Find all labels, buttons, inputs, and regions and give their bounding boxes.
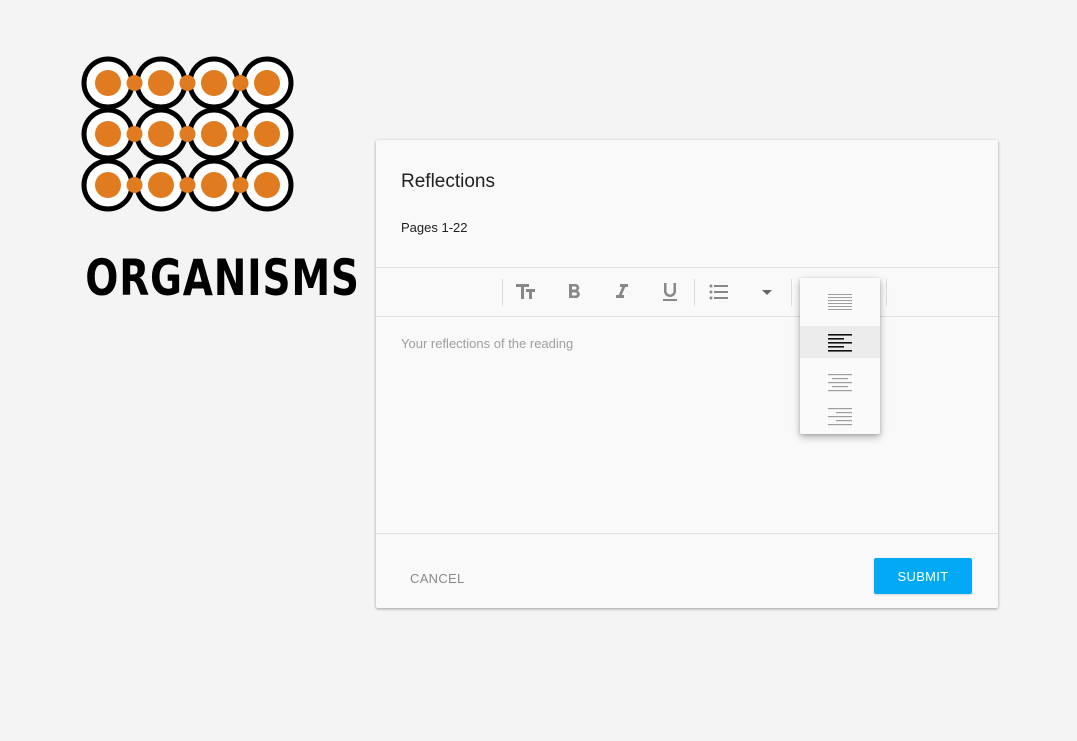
reflection-card: Reflections Pages 1-22 Your reflections … (376, 140, 998, 608)
bulleted-list-icon[interactable] (707, 280, 731, 304)
text-size-icon[interactable] (514, 280, 538, 304)
toolbar-divider (502, 279, 503, 306)
toolbar-divider (791, 279, 792, 306)
dropdown-arrow-icon[interactable] (755, 280, 779, 304)
card-subtitle: Pages 1-22 (401, 220, 468, 235)
toolbar-divider (886, 279, 887, 306)
text-align-menu (800, 278, 880, 434)
italic-icon[interactable] (610, 280, 634, 304)
editor-placeholder[interactable]: Your reflections of the reading (401, 336, 573, 351)
align-left-icon[interactable] (800, 326, 880, 358)
organisms-logo-icon (81, 56, 294, 212)
align-center-icon[interactable] (800, 366, 880, 398)
card-title: Reflections (401, 171, 495, 192)
align-justify-icon[interactable] (800, 286, 880, 318)
brand-name: ORGANISMS (85, 249, 360, 307)
align-right-icon[interactable] (800, 400, 880, 432)
bold-icon[interactable] (562, 280, 586, 304)
card-actions: CANCEL SUBMIT (376, 533, 998, 609)
submit-button[interactable]: SUBMIT (874, 558, 972, 594)
editor-toolbar (376, 267, 998, 317)
toolbar-divider (694, 279, 695, 306)
cancel-button[interactable]: CANCEL (410, 571, 465, 586)
underline-icon[interactable] (658, 280, 682, 304)
